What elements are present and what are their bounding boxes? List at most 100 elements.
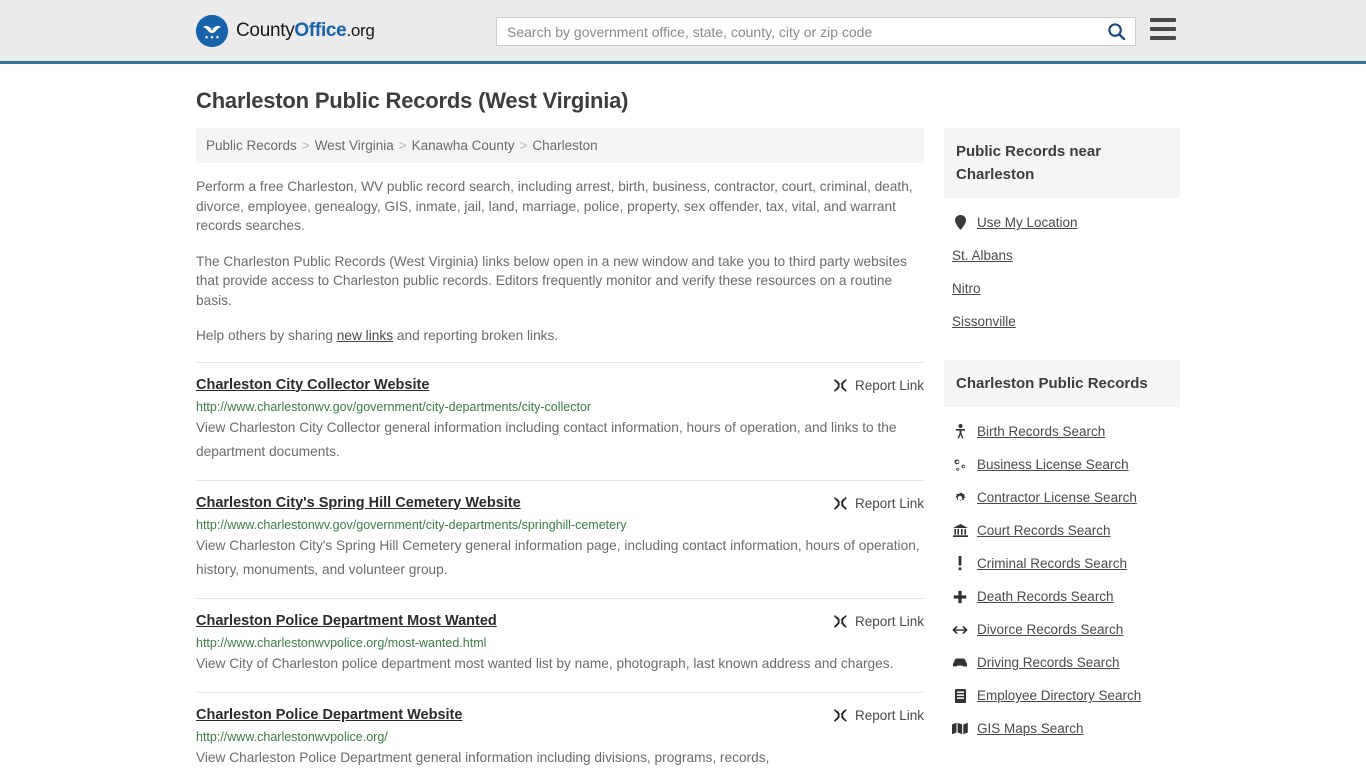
sidebar-record-link[interactable]: Business License Search (977, 457, 1129, 472)
sidebar-record-item[interactable]: Employee Directory Search (952, 679, 1180, 712)
report-link-label: Report Link (854, 495, 924, 511)
sidebar-record-item[interactable]: Business License Search (952, 448, 1180, 481)
result-url[interactable]: http://www.charlestonwv.gov/government/c… (196, 518, 924, 532)
map-icon (952, 722, 968, 735)
result-url[interactable]: http://www.charlestonwv.gov/government/c… (196, 400, 924, 414)
sidebar-record-link[interactable]: Divorce Records Search (977, 622, 1123, 637)
search-icon (1107, 22, 1126, 41)
intro-p3-after: and reporting broken links. (393, 328, 559, 343)
result-title-link[interactable]: Charleston City Collector Website (196, 377, 429, 393)
intro-paragraph-2: The Charleston Public Records (West Virg… (196, 253, 907, 308)
intro-paragraph-3: Help others by sharing new links and rep… (196, 326, 924, 346)
content-columns: Public Records > West Virginia > Kanawha Cou… (196, 128, 1180, 768)
result-header: Charleston Police Department Website Repo… (196, 707, 924, 723)
logo-text-county: County (236, 19, 295, 41)
result-header: Charleston City Collector Website Report … (196, 377, 924, 393)
logo-text-office: Office (294, 19, 347, 41)
search-input[interactable] (497, 18, 1097, 45)
broken-link-icon (833, 496, 848, 511)
sidebar-nearby-list: Use My Location St. Albans Nitro Sissonvill… (944, 198, 1180, 338)
breadcrumb-separator: > (519, 138, 528, 153)
result-url[interactable]: http://www.charlestonwvpolice.org/ (196, 730, 924, 744)
search-button[interactable] (1097, 18, 1135, 45)
result-description: View Charleston City's Spring Hill Cemet… (196, 537, 920, 577)
sidebar-nearby-link[interactable]: Nitro (952, 281, 981, 296)
sidebar-record-link[interactable]: Driving Records Search (977, 655, 1120, 670)
sidebar-nearby-heading: Public Records near Charleston (944, 128, 1180, 198)
book-icon (952, 688, 968, 703)
sidebar-record-item[interactable]: Driving Records Search (952, 646, 1180, 679)
sidebar-records-box: Charleston Public Records Birth Records … (944, 360, 1180, 745)
result-description: View Charleston Police Department genera… (196, 749, 770, 765)
sidebar-record-link[interactable]: Birth Records Search (977, 424, 1105, 439)
breadcrumb-current: Charleston (532, 138, 598, 153)
result-title-link[interactable]: Charleston City's Spring Hill Cemetery W… (196, 495, 521, 511)
sidebar-record-link[interactable]: Criminal Records Search (977, 556, 1127, 571)
result-header: Charleston Police Department Most Wanted… (196, 613, 924, 629)
sidebar-record-item[interactable]: Birth Records Search (952, 415, 1180, 448)
intro-paragraph-1: Perform a free Charleston, WV public rec… (196, 179, 913, 233)
intro-p3-before: Help others by sharing (196, 328, 337, 343)
arrows-split-icon (952, 624, 968, 636)
breadcrumb-item-1[interactable]: West Virginia (315, 138, 394, 153)
exclamation-icon (952, 556, 968, 571)
broken-link-icon (833, 378, 848, 393)
site-logo-text: CountyOffice.org (236, 20, 375, 42)
sidebar-record-link[interactable]: Court Records Search (977, 523, 1111, 538)
results-list: Charleston City Collector Website Report … (196, 361, 924, 768)
sidebar: Public Records near Charleston Use My Lo… (944, 128, 1180, 767)
main-content: Public Records > West Virginia > Kanawha Cou… (196, 128, 924, 768)
result-url[interactable]: http://www.charlestonwvpolice.org/most-w… (196, 636, 924, 650)
logo-text-org: .org (346, 20, 375, 40)
page-title: Charleston Public Records (West Virginia… (196, 88, 629, 113)
sidebar-nearby-item[interactable]: Sissonville (952, 305, 1180, 338)
report-link-label: Report Link (854, 377, 924, 393)
result-title-link[interactable]: Charleston Police Department Most Wanted (196, 613, 497, 629)
result-item: Charleston Police Department Most Wanted… (196, 597, 924, 692)
sidebar-nearby-item[interactable]: Use My Location (952, 206, 1180, 239)
breadcrumb-item-2[interactable]: Kanawha County (412, 138, 515, 153)
sidebar-record-item[interactable]: GIS Maps Search (952, 712, 1180, 745)
result-item: Charleston City Collector Website Report … (196, 361, 924, 480)
sidebar-nearby-item[interactable]: Nitro (952, 272, 1180, 305)
report-link-button[interactable]: Report Link (833, 707, 924, 723)
sidebar-record-link[interactable]: Death Records Search (977, 589, 1114, 604)
sidebar-record-item[interactable]: Contractor License Search (952, 481, 1180, 514)
sidebar-record-item[interactable]: Death Records Search (952, 580, 1180, 613)
sidebar-nearby-item[interactable]: St. Albans (952, 239, 1180, 272)
sidebar-record-link[interactable]: GIS Maps Search (977, 721, 1084, 736)
sidebar-record-link[interactable]: Employee Directory Search (977, 688, 1141, 703)
sidebar-nearby-box: Public Records near Charleston Use My Lo… (944, 128, 1180, 338)
result-title-link[interactable]: Charleston Police Department Website (196, 707, 462, 723)
sidebar-record-item[interactable]: Criminal Records Search (952, 547, 1180, 580)
sidebar-nearby-link[interactable]: St. Albans (952, 248, 1013, 263)
site-logo[interactable]: CountyOffice.org (196, 14, 375, 47)
report-link-button[interactable]: Report Link (833, 377, 924, 393)
breadcrumb-item-0[interactable]: Public Records (206, 138, 297, 153)
bank-icon (952, 523, 968, 538)
result-description: View Charleston City Collector general i… (196, 419, 897, 459)
broken-link-icon (833, 708, 848, 723)
sidebar-nearby-link[interactable]: Sissonville (952, 314, 1016, 329)
breadcrumb: Public Records > West Virginia > Kanawha Cou… (196, 128, 924, 163)
sidebar-record-item[interactable]: Divorce Records Search (952, 613, 1180, 646)
car-icon (952, 657, 968, 668)
report-link-label: Report Link (854, 613, 924, 629)
hamburger-menu-icon[interactable] (1150, 18, 1176, 40)
breadcrumb-separator: > (398, 138, 407, 153)
search-bar (496, 17, 1136, 46)
sidebar-record-link[interactable]: Contractor License Search (977, 490, 1137, 505)
sidebar-records-list: Birth Records Search Business License Sea… (944, 407, 1180, 745)
new-links-link[interactable]: new links (337, 328, 393, 343)
sidebar-nearby-link[interactable]: Use My Location (977, 215, 1078, 230)
baby-icon (952, 424, 968, 439)
sidebar-record-item[interactable]: Court Records Search (952, 514, 1180, 547)
eagle-stars-logo-icon (196, 14, 228, 47)
gear-icon (952, 491, 968, 505)
report-link-button[interactable]: Report Link (833, 613, 924, 629)
sidebar-records-heading: Charleston Public Records (944, 360, 1180, 407)
cogs-icon (952, 458, 968, 472)
report-link-button[interactable]: Report Link (833, 495, 924, 511)
report-link-label: Report Link (854, 707, 924, 723)
page-container: Charleston Public Records (West Virginia… (0, 88, 1366, 768)
